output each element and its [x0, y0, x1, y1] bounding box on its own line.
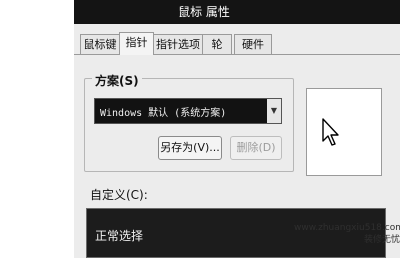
scheme-dropdown[interactable]: Windows 默认 (系统方案) ▼ — [94, 98, 282, 124]
tab-strip: 鼠标键 指针 指针选项 轮 硬件 — [74, 32, 400, 55]
mouse-properties-window: 鼠标 属性 鼠标键 指针 指针选项 轮 硬件 方案(S) Windows 默认 … — [74, 0, 400, 258]
window-title: 鼠标 属性 — [178, 5, 230, 19]
scheme-selected-value: Windows 默认 (系统方案) — [100, 108, 227, 119]
arrow-pointer-icon — [322, 118, 339, 146]
tab-pointers[interactable]: 指针 — [119, 32, 154, 55]
tab-buttons[interactable]: 鼠标键 — [80, 34, 120, 54]
save-as-button[interactable]: 另存为(V)... — [158, 136, 222, 160]
title-bar: 鼠标 属性 — [74, 0, 400, 24]
watermark-url: www.zhuangxiu518.com — [294, 223, 400, 233]
custom-label: 自定义(C): — [90, 188, 148, 202]
tab-hardware[interactable]: 硬件 — [234, 34, 272, 54]
chevron-down-icon[interactable]: ▼ — [267, 99, 281, 123]
scheme-label: 方案(S) — [92, 72, 142, 89]
pointer-preview — [306, 88, 382, 176]
delete-button[interactable]: 删除(D) — [230, 136, 282, 160]
tab-pointer-options[interactable]: 指针选项 — [153, 34, 203, 54]
tab-wheel[interactable]: 轮 — [202, 34, 232, 54]
watermark-text: 装修无忧 — [363, 235, 400, 245]
watermark: www.zhuangxiu518.com 装修无忧 — [294, 222, 400, 246]
list-item[interactable]: 正常选择 — [95, 227, 143, 244]
